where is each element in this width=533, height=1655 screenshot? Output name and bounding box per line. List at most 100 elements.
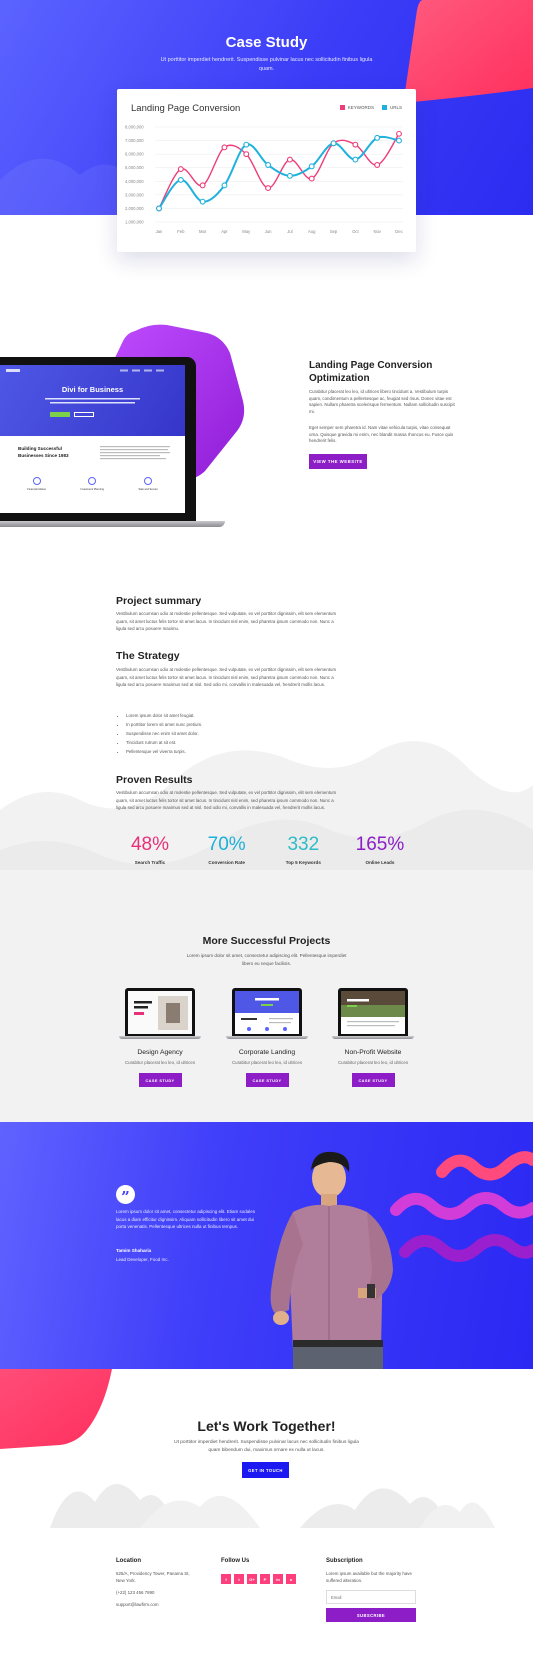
page-title: Case Study [225, 34, 308, 51]
preview-feature: Financial Advice [27, 477, 46, 491]
project-card-corporate-landing: Corporate Landing Curabitur placerat leo… [212, 988, 322, 1087]
thumbnail-content [341, 991, 405, 1034]
corporate-landing-preview [235, 991, 299, 1034]
cta-subtitle: Ut porttitor imperdiet hendrerit. Suspen… [174, 1440, 359, 1453]
case-study-button[interactable]: CASE STUDY [351, 1073, 395, 1087]
y-tick-label: 2,000,000 [125, 206, 144, 211]
summary-text: Vestibulum accumsan odio at molestie pel… [116, 611, 337, 632]
y-tick-label: 7,000,000 [125, 138, 144, 143]
laptop-mockup: Divi for Business Building Successful Bu… [0, 357, 225, 529]
instagram-icon[interactable]: o [286, 1574, 296, 1584]
x-tick-label: Apr [221, 229, 228, 234]
series-line-urls [158, 135, 400, 210]
pinterest-icon[interactable]: P [260, 1574, 270, 1584]
stat-keywords: 332 Top 5 Keywords [265, 834, 341, 865]
data-point-urls [177, 176, 184, 183]
footer-phone[interactable]: (+22) 123 456 7890 [116, 1589, 154, 1596]
social-links: f t G+ P in o [221, 1574, 296, 1584]
website-preview: Divi for Business Building Successful Bu… [0, 365, 185, 513]
case-study-button[interactable]: CASE STUDY [138, 1073, 182, 1087]
case-study-button[interactable]: CASE STUDY [245, 1073, 289, 1087]
google-plus-icon[interactable]: G+ [247, 1574, 257, 1584]
footer-email[interactable]: support@lawfirm.com [116, 1601, 159, 1608]
thumbnail-content [235, 991, 299, 1034]
stat-value: 48% [130, 834, 170, 855]
subscribe-button[interactable]: SUBSCRIBE [326, 1608, 416, 1622]
data-point-urls [243, 141, 250, 148]
preview-feature: Investment Planning [80, 477, 104, 491]
intro-paragraph-2: Eget semper sem pharetra id. Nam vitae v… [309, 425, 454, 443]
card-description: Curabitur placerat leo leo, id ultrices [337, 1060, 409, 1065]
data-point-urls [221, 182, 228, 189]
thumbnail-base [119, 1036, 201, 1039]
data-point-urls [199, 198, 206, 205]
results-text: Vestibulum accumsan odio at molestie pel… [116, 790, 337, 811]
data-point-keywords [308, 175, 315, 182]
preview-green-button [50, 412, 70, 417]
stat-value: 165% [355, 834, 405, 855]
project-card-design-agency: Design Agency Curabitur placerat leo leo… [105, 988, 215, 1087]
x-tick-label: Oct [352, 229, 359, 234]
view-website-button[interactable]: VIEW THE WEBSITE [309, 454, 367, 469]
data-point-keywords [265, 185, 272, 192]
preview-feature: Safe and Secure [138, 477, 158, 491]
x-tick-label: Jan [156, 229, 163, 234]
data-point-urls [308, 163, 315, 170]
get-in-touch-button[interactable]: GET IN TOUCH [242, 1462, 289, 1478]
lock-icon [144, 477, 153, 485]
data-point-urls [265, 162, 272, 168]
intro-paragraph-1: Curabitur placerat leo leo, id ultrices … [309, 389, 455, 414]
stat-label: Online Leads [365, 860, 395, 865]
data-point-keywords [221, 144, 228, 151]
x-tick-label: Feb [177, 229, 185, 234]
data-point-urls [286, 172, 293, 179]
preview-heading-line2: Businesses Since 1983 [18, 453, 69, 458]
preview-title: Divi for Business [61, 385, 124, 394]
y-tick-label: 8,000,000 [125, 125, 144, 130]
design-agency-preview [128, 991, 192, 1034]
stat-label: Top 5 Keywords [285, 860, 321, 865]
data-point-keywords [243, 151, 250, 158]
data-point-keywords [374, 162, 381, 168]
intro-title: Landing Page Conversion Optimization [309, 360, 433, 384]
project-card-non-profit: Non-Profit Website Curabitur placerat le… [318, 988, 428, 1087]
preview-features: Financial Advice Investment Planning Saf… [0, 477, 185, 491]
y-tick-label: 5,000,000 [125, 165, 144, 170]
stat-label: Conversion Rate [208, 860, 245, 865]
preview-paragraph [100, 446, 170, 460]
list-item: Pellentesque vel viverra turpis. [126, 747, 326, 756]
data-point-keywords [199, 182, 206, 189]
y-tick-label: 4,000,000 [125, 179, 144, 184]
summary-heading: Project summary [116, 595, 202, 607]
x-tick-label: Jun [265, 229, 272, 234]
data-point-keywords [286, 156, 293, 163]
x-tick-label: Aug [308, 229, 316, 234]
preview-feature-label: Safe and Secure [138, 488, 158, 491]
testimonial-text: Lorem ipsum dolor sit amet, consectetur … [116, 1209, 256, 1230]
pie-chart-icon [88, 477, 97, 485]
x-tick-label: Jul [287, 229, 292, 234]
y-tick-label: 6,000,000 [125, 152, 144, 157]
preview-buttons [50, 412, 94, 417]
preview-heading: Building Successful Businesses Since 198… [18, 445, 69, 459]
cta-title: Let's Work Together! [197, 1418, 336, 1434]
preview-heading-line1: Building Successful [18, 446, 62, 451]
twitter-icon[interactable]: t [234, 1574, 244, 1584]
facebook-icon[interactable]: f [221, 1574, 231, 1584]
results-heading: Proven Results [116, 774, 193, 786]
laptop-screen: Divi for Business Building Successful Bu… [0, 357, 196, 521]
y-tick-label: 3,000,000 [125, 192, 144, 197]
thumbnail-content [128, 991, 192, 1034]
strategy-heading: The Strategy [116, 650, 180, 662]
preview-outline-button [74, 412, 94, 417]
data-point-urls [330, 140, 337, 147]
stat-value: 70% [207, 834, 246, 855]
preview-feature-label: Investment Planning [80, 488, 104, 491]
email-input[interactable] [326, 1590, 416, 1604]
line-chart: 1,000,000 2,000,000 3,000,000 4,000,000 5,00… [125, 125, 403, 234]
data-point-urls [352, 156, 359, 163]
x-tick-label: Mar [199, 229, 207, 234]
project-thumbnail [332, 988, 414, 1041]
linkedin-icon[interactable]: in [273, 1574, 283, 1584]
thumbnail-base [226, 1036, 308, 1039]
